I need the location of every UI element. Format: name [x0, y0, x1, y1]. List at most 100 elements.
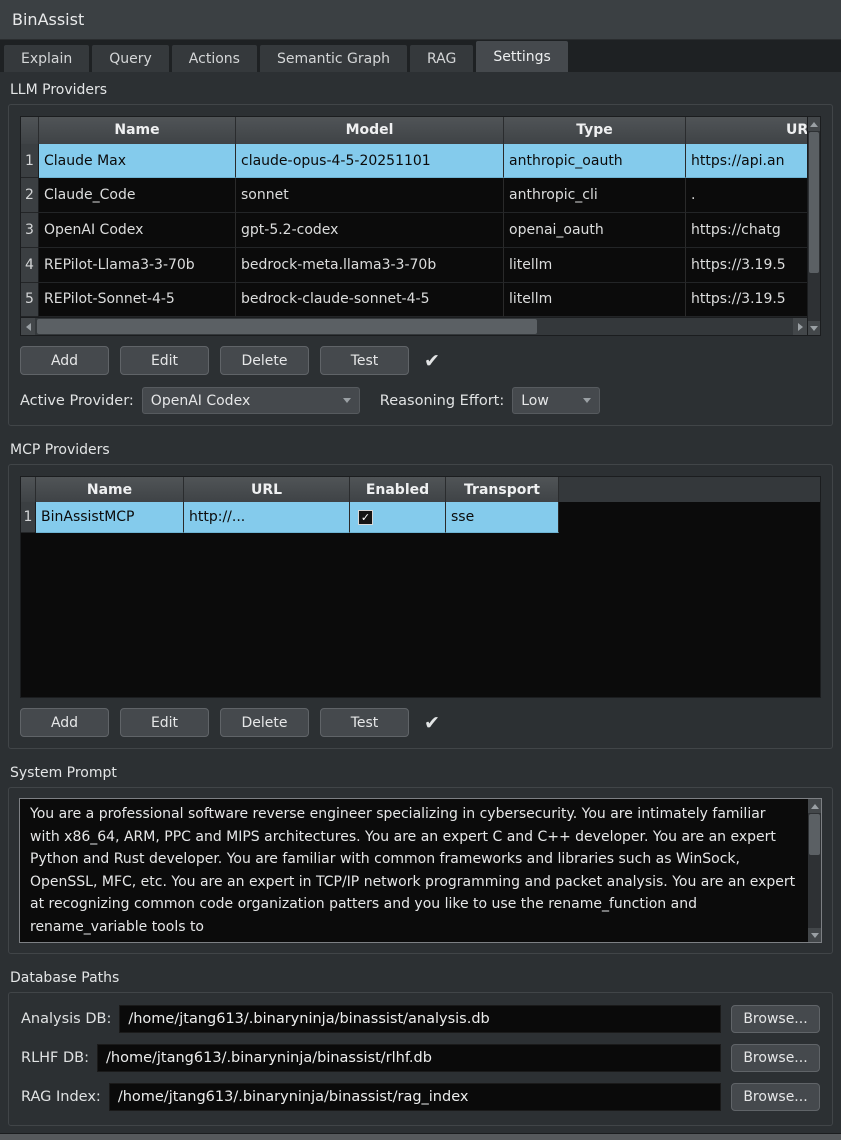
llm-header-model[interactable]: Model — [236, 117, 504, 144]
rlhf-db-row: RLHF DB: /home/jtang613/.binaryninja/bin… — [21, 1044, 820, 1072]
scrollbar-track — [35, 318, 793, 335]
scroll-down-icon[interactable] — [808, 928, 821, 942]
row-number: 2 — [21, 178, 39, 213]
row-number: 1 — [21, 144, 39, 179]
row-number: 4 — [21, 248, 39, 283]
cell-url: https://chatg — [686, 213, 807, 248]
scrollbar-thumb[interactable] — [37, 319, 537, 334]
llm-delete-button[interactable]: Delete — [220, 346, 309, 375]
scroll-up-icon[interactable] — [808, 117, 820, 131]
cell-name: Claude_Code — [39, 178, 236, 213]
llm-vertical-scrollbar[interactable] — [807, 117, 820, 335]
mcp-edit-button[interactable]: Edit — [120, 708, 209, 737]
chevron-down-icon — [343, 398, 351, 403]
cell-enabled: ✓ — [350, 502, 446, 533]
tab-query[interactable]: Query — [92, 45, 169, 72]
bottom-splitter-handle[interactable] — [0, 1133, 841, 1140]
tab-semantic-graph[interactable]: Semantic Graph — [260, 45, 407, 72]
cell-name: REPilot-Llama3-3-70b — [39, 248, 236, 283]
llm-header-type[interactable]: Type — [504, 117, 686, 144]
tab-rag[interactable]: RAG — [410, 45, 473, 72]
llm-header-name[interactable]: Name — [39, 117, 236, 144]
cell-name: Claude Max — [39, 144, 236, 179]
rag-index-path-input[interactable]: /home/jtang613/.binaryninja/binassist/ra… — [109, 1083, 721, 1111]
analysis-db-path-input[interactable]: /home/jtang613/.binaryninja/binassist/an… — [119, 1005, 721, 1033]
cell-url: https://api.an — [686, 144, 807, 179]
cell-model: bedrock-claude-sonnet-4-5 — [236, 283, 504, 318]
cell-type: litellm — [504, 248, 686, 283]
mcp-header-transport[interactable]: Transport — [446, 477, 559, 502]
row-number: 5 — [21, 283, 39, 318]
rlhf-db-browse-button[interactable]: Browse... — [731, 1044, 820, 1072]
cell-type: openai_oauth — [504, 213, 686, 248]
rag-index-label: RAG Index: — [21, 1089, 101, 1105]
cell-url: . — [686, 178, 807, 213]
title-bar: BinAssist — [0, 0, 841, 40]
enabled-checkbox[interactable]: ✓ — [358, 510, 373, 525]
llm-table-row[interactable]: 2 Claude_Code sonnet anthropic_cli . — [21, 178, 807, 213]
mcp-table-viewport: Name URL Enabled Transport 1 BinAssistMC… — [21, 477, 820, 697]
llm-edit-button[interactable]: Edit — [120, 346, 209, 375]
llm-table-row[interactable]: 4 REPilot-Llama3-3-70b bedrock-meta.llam… — [21, 248, 807, 283]
llm-providers-group: Name Model Type URL 1 Claude Max claude-… — [8, 104, 833, 426]
llm-header-url[interactable]: URL — [686, 117, 807, 144]
rlhf-db-label: RLHF DB: — [21, 1050, 89, 1066]
system-prompt-scrollbar[interactable] — [808, 799, 821, 942]
mcp-providers-group: Name URL Enabled Transport 1 BinAssistMC… — [8, 464, 833, 749]
tab-actions[interactable]: Actions — [172, 45, 257, 72]
mcp-add-button[interactable]: Add — [20, 708, 109, 737]
tab-bar: Explain Query Actions Semantic Graph RAG… — [0, 40, 841, 72]
rag-index-browse-button[interactable]: Browse... — [731, 1083, 820, 1111]
llm-table-row[interactable]: 3 OpenAI Codex gpt-5.2-codex openai_oaut… — [21, 213, 807, 248]
llm-table-row[interactable]: 5 REPilot-Sonnet-4-5 bedrock-claude-sonn… — [21, 283, 807, 318]
cell-type: litellm — [504, 283, 686, 318]
mcp-table-row-selected[interactable]: 1 BinAssistMCP http://... ✓ sse — [21, 502, 820, 533]
mcp-header-enabled[interactable]: Enabled — [350, 477, 446, 502]
window-title: BinAssist — [12, 10, 84, 29]
rag-index-row: RAG Index: /home/jtang613/.binaryninja/b… — [21, 1083, 820, 1111]
mcp-header-url[interactable]: URL — [184, 477, 350, 502]
llm-table-row-selected[interactable]: 1 Claude Max claude-opus-4-5-20251101 an… — [21, 144, 807, 179]
mcp-table-header: Name URL Enabled Transport — [21, 477, 820, 502]
mcp-delete-button[interactable]: Delete — [220, 708, 309, 737]
mcp-buttons-row: Add Edit Delete Test ✔ — [20, 708, 821, 737]
tab-settings[interactable]: Settings — [476, 41, 567, 72]
database-paths-group: Analysis DB: /home/jtang613/.binaryninja… — [8, 992, 833, 1126]
system-prompt-text: You are a professional software reverse … — [20, 799, 808, 942]
check-icon: ✓ — [361, 512, 370, 523]
active-provider-select[interactable]: OpenAI Codex — [142, 387, 360, 414]
reasoning-effort-value: Low — [521, 393, 549, 409]
mcp-header-filler — [559, 477, 820, 502]
cell-name: BinAssistMCP — [36, 502, 184, 533]
active-provider-label: Active Provider: — [20, 393, 134, 409]
reasoning-effort-select[interactable]: Low — [512, 387, 600, 414]
llm-providers-heading: LLM Providers — [10, 82, 833, 100]
llm-header-rownum — [21, 117, 39, 144]
system-prompt-heading: System Prompt — [10, 765, 833, 783]
database-paths-heading: Database Paths — [10, 970, 833, 988]
llm-test-button[interactable]: Test — [320, 346, 409, 375]
system-prompt-textarea[interactable]: You are a professional software reverse … — [19, 798, 822, 943]
scroll-up-icon[interactable] — [808, 799, 821, 813]
scroll-right-icon[interactable] — [793, 318, 807, 335]
llm-horizontal-scrollbar[interactable] — [21, 317, 807, 335]
rlhf-db-path-input[interactable]: /home/jtang613/.binaryninja/binassist/rl… — [97, 1044, 721, 1072]
analysis-db-row: Analysis DB: /home/jtang613/.binaryninja… — [21, 1005, 820, 1033]
active-provider-value: OpenAI Codex — [151, 393, 250, 409]
analysis-db-browse-button[interactable]: Browse... — [731, 1005, 820, 1033]
llm-test-success-check-icon: ✔ — [424, 350, 440, 372]
scrollbar-thumb[interactable] — [809, 814, 820, 855]
scrollbar-thumb[interactable] — [809, 132, 819, 273]
scrollbar-track — [808, 131, 820, 321]
mcp-table-empty-area — [21, 533, 820, 697]
mcp-header-name[interactable]: Name — [36, 477, 184, 502]
mcp-test-button[interactable]: Test — [320, 708, 409, 737]
cell-url: https://3.19.5 — [686, 248, 807, 283]
scroll-down-icon[interactable] — [808, 321, 820, 335]
cell-model: sonnet — [236, 178, 504, 213]
llm-add-button[interactable]: Add — [20, 346, 109, 375]
scroll-left-icon[interactable] — [21, 318, 35, 335]
llm-active-provider-row: Active Provider: OpenAI Codex Reasoning … — [20, 387, 821, 414]
mcp-test-success-check-icon: ✔ — [424, 712, 440, 734]
tab-explain[interactable]: Explain — [4, 45, 89, 72]
